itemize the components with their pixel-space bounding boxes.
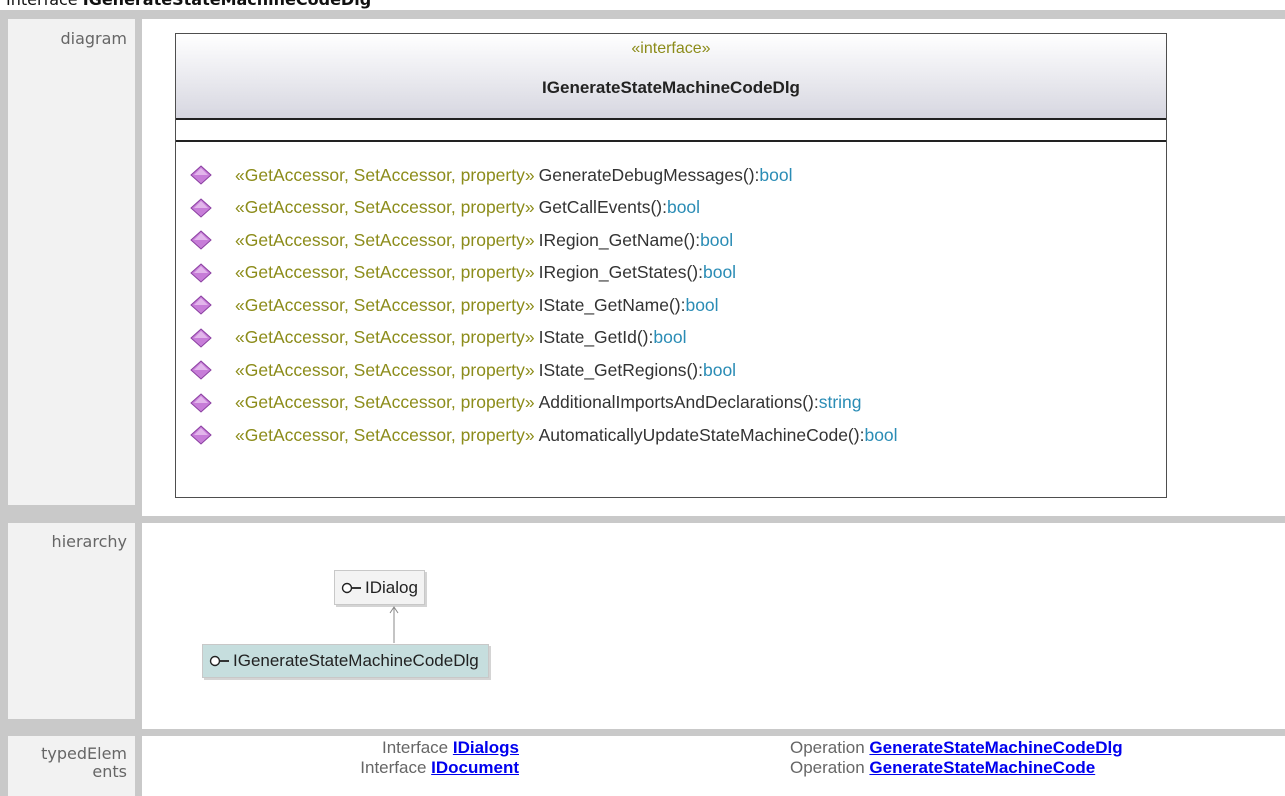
operation-diamond-icon: [190, 198, 212, 218]
operation-name: GetCallEvents():: [538, 197, 667, 218]
operation-stereotype: «GetAccessor, SetAccessor, property»: [235, 392, 535, 413]
operation-diamond-icon: [190, 165, 212, 185]
uml-operation[interactable]: «GetAccessor, SetAccessor, property» Auto…: [190, 419, 898, 452]
hierarchy-node-current[interactable]: IGenerateStateMachineCodeDlg: [202, 644, 489, 678]
operation-diamond-icon: [190, 295, 212, 315]
uml-operation[interactable]: «GetAccessor, SetAccessor, property» GetC…: [190, 192, 898, 225]
operation-name: IRegion_GetStates():: [538, 262, 703, 283]
interface-lollipop-icon: [209, 655, 229, 667]
operation-return-type: bool: [702, 359, 737, 380]
uml-stereotype: «interface»: [631, 40, 711, 57]
row-label-hierarchy: hierarchy: [8, 523, 135, 719]
typed-element-kind: Interface: [381, 738, 449, 757]
hierarchy-parent-label: IDialog: [365, 577, 418, 597]
uml-interface-box[interactable]: «interface» IGenerateStateMachineCodeDlg…: [175, 33, 1167, 498]
uml-operation[interactable]: «GetAccessor, SetAccessor, property» ISta…: [190, 354, 898, 387]
uml-operation[interactable]: «GetAccessor, SetAccessor, property» ISta…: [190, 322, 898, 355]
operation-diamond-icon: [190, 425, 212, 445]
operation-return-type: bool: [700, 229, 734, 250]
operation-name: IRegion_GetName():: [538, 229, 701, 250]
uml-operation[interactable]: «GetAccessor, SetAccessor, property» ISta…: [190, 289, 898, 322]
hierarchy-current-label: IGenerateStateMachineCodeDlg: [233, 651, 479, 670]
operation-return-type: bool: [864, 424, 898, 445]
generalization-arrow: [389, 606, 399, 643]
operation-stereotype: «GetAccessor, SetAccessor, property»: [235, 327, 535, 348]
operation-return-type: bool: [653, 327, 687, 348]
typed-elements-column-2: Operation GenerateStateMachineCodeDlg Op…: [790, 738, 1123, 778]
uml-operation[interactable]: «GetAccessor, SetAccessor, property» Addi…: [190, 387, 898, 420]
typed-element-kind: Interface: [360, 758, 427, 777]
operation-stereotype: «GetAccessor, SetAccessor, property»: [235, 294, 535, 315]
operation-stereotype: «GetAccessor, SetAccessor, property»: [235, 197, 535, 218]
operation-stereotype: «GetAccessor, SetAccessor, property»: [235, 424, 535, 445]
typed-element-entry: Operation GenerateStateMachineCodeDlg: [790, 738, 1123, 758]
operation-diamond-icon: [190, 230, 212, 250]
operation-return-type: bool: [685, 294, 719, 315]
typed-element-entry: Operation GenerateStateMachineCode: [790, 758, 1123, 778]
operation-return-type: bool: [666, 197, 701, 218]
typed-element-kind: Operation: [790, 758, 865, 777]
row-label-diagram: diagram: [8, 19, 135, 505]
typed-element-kind: Operation: [790, 738, 865, 757]
operation-stereotype: «GetAccessor, SetAccessor, property»: [235, 262, 535, 283]
uml-operation[interactable]: «GetAccessor, SetAccessor, property» Gene…: [190, 159, 898, 192]
operation-diamond-icon: [190, 328, 212, 348]
uml-divider-operations: [176, 140, 1166, 142]
operation-name: GenerateDebugMessages():: [538, 164, 760, 185]
operation-name: AdditionalImportsAndDeclarations():: [538, 392, 819, 413]
operation-name: AutomaticallyUpdateStateMachineCode():: [538, 424, 865, 445]
interface-lollipop-icon: [341, 582, 361, 593]
typed-element-link[interactable]: GenerateStateMachineCode: [869, 758, 1095, 777]
typed-elements-cell: Interface IDialogs Interface IDocument O…: [142, 736, 1285, 796]
operation-stereotype: «GetAccessor, SetAccessor, property»: [235, 359, 535, 380]
diagram-cell: «interface» IGenerateStateMachineCodeDlg…: [142, 19, 1285, 516]
uml-divider-attributes: [176, 118, 1166, 120]
operation-return-type: string: [818, 392, 862, 413]
typed-element-link[interactable]: GenerateStateMachineCodeDlg: [869, 738, 1122, 757]
operation-diamond-icon: [190, 263, 212, 283]
uml-operations-list: «GetAccessor, SetAccessor, property» Gene…: [190, 159, 898, 452]
hierarchy-cell: IDialog IGenerateStateMachineCodeDlg: [142, 523, 1285, 729]
typed-element-entry: Interface IDocument: [360, 758, 519, 778]
operation-name: IState_GetName():: [538, 294, 686, 315]
typed-elements-column-1: Interface IDialogs Interface IDocument: [360, 738, 519, 778]
operation-stereotype: «GetAccessor, SetAccessor, property»: [235, 229, 535, 250]
operation-stereotype: «GetAccessor, SetAccessor, property»: [235, 164, 535, 185]
operation-name: IState_GetId():: [538, 327, 654, 348]
operation-return-type: bool: [759, 164, 793, 185]
uml-operation[interactable]: «GetAccessor, SetAccessor, property» IReg…: [190, 257, 898, 290]
uml-interface-name: IGenerateStateMachineCodeDlg: [542, 78, 800, 97]
typed-element-link[interactable]: IDocument: [431, 758, 519, 777]
operation-diamond-icon: [190, 393, 212, 413]
operation-name: IState_GetRegions():: [538, 359, 703, 380]
operation-return-type: bool: [702, 262, 737, 283]
uml-header: «interface» IGenerateStateMachineCodeDlg: [176, 34, 1166, 119]
page-heading: Interface IGenerateStateMachineCodeDlg: [6, 0, 371, 9]
row-label-typed-elements: typedElem ents: [8, 736, 135, 796]
typed-element-link[interactable]: IDialogs: [453, 738, 519, 757]
uml-operation[interactable]: «GetAccessor, SetAccessor, property» IReg…: [190, 224, 898, 257]
operation-diamond-icon: [190, 360, 212, 380]
typed-element-entry: Interface IDialogs: [360, 738, 519, 758]
page-heading-name: IGenerateStateMachineCodeDlg: [83, 0, 371, 9]
hierarchy-node-parent[interactable]: IDialog: [334, 570, 425, 605]
page-heading-kind: Interface: [6, 0, 78, 9]
